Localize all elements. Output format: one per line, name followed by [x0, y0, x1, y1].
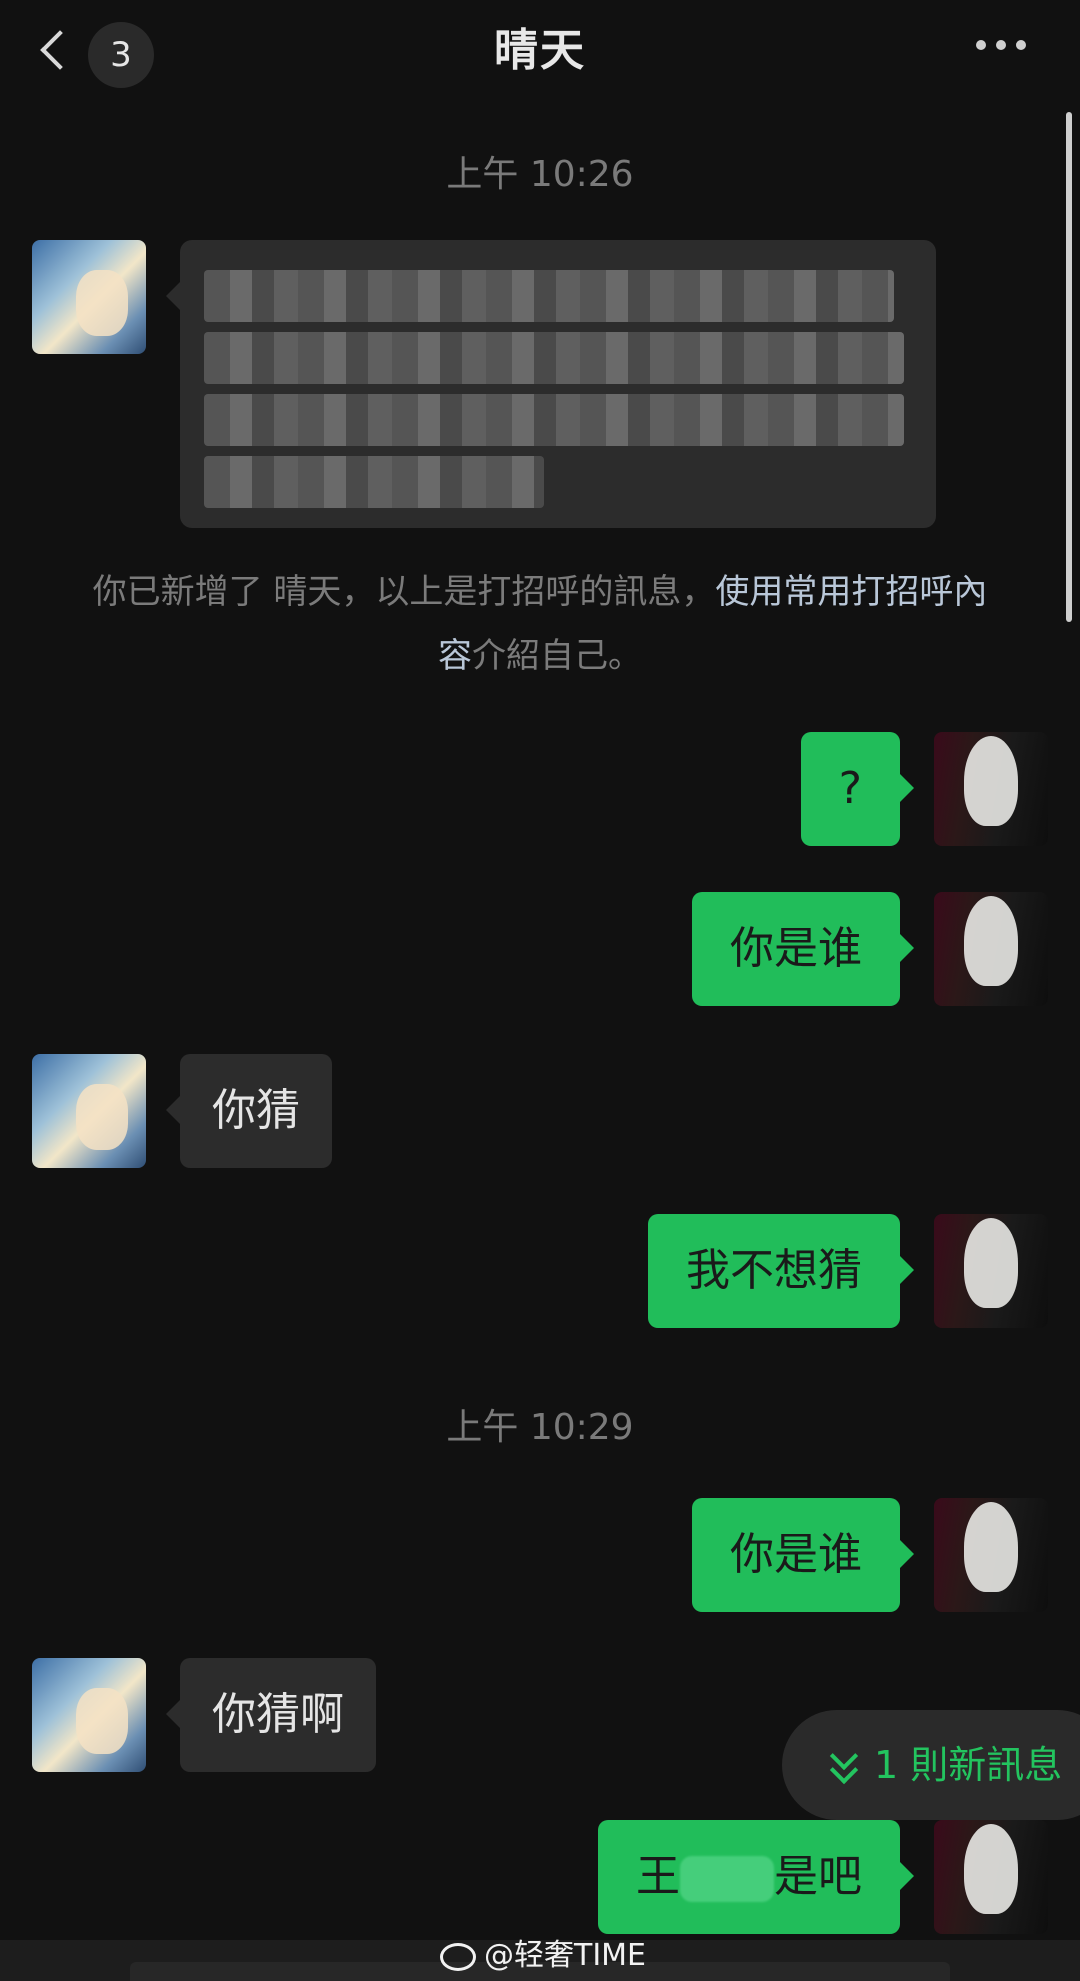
more-options-icon[interactable]: [976, 38, 1030, 52]
system-message-text: 介紹自己。: [472, 636, 642, 676]
contact-avatar[interactable]: [32, 1054, 146, 1168]
my-avatar[interactable]: [934, 1820, 1048, 1934]
double-chevron-down-icon: [828, 1741, 859, 1786]
watermark-text: @轻奢TIME: [484, 1938, 647, 1973]
sent-message[interactable]: 你是谁: [692, 1498, 914, 1612]
sent-message[interactable]: ?: [800, 732, 915, 846]
my-avatar[interactable]: [934, 1214, 1048, 1328]
blurred-message-bubble[interactable]: [166, 240, 936, 528]
my-avatar[interactable]: [934, 732, 1048, 846]
censored-name: [680, 1856, 774, 1902]
message-text: 是吧: [774, 1851, 862, 1902]
my-avatar[interactable]: [934, 892, 1048, 1006]
new-message-pill[interactable]: 1 則新訊息: [782, 1710, 1080, 1820]
watermark: @轻奢TIME: [440, 1936, 646, 1976]
pixelated-text: [204, 456, 544, 508]
my-avatar[interactable]: [934, 1498, 1048, 1612]
message-text: 王: [636, 1851, 680, 1902]
pixelated-text: [204, 332, 904, 384]
received-message[interactable]: 你猜啊: [166, 1658, 376, 1772]
chat-header: 3 晴天: [0, 0, 1080, 96]
sent-message[interactable]: 你是谁: [692, 892, 914, 1006]
pixelated-text: [204, 270, 894, 322]
received-message[interactable]: 你猜: [166, 1054, 332, 1168]
timestamp: 上午 10:26: [446, 154, 634, 195]
sent-message[interactable]: 我不想猜: [648, 1214, 914, 1328]
system-message-text: 你已新增了 晴天，以上是打招呼的訊息，: [92, 572, 716, 612]
pixelated-text: [204, 394, 904, 446]
contact-avatar[interactable]: [32, 1658, 146, 1772]
new-message-label: 1 則新訊息: [874, 1743, 1063, 1787]
timestamp: 上午 10:29: [446, 1407, 634, 1448]
chat-title: 晴天: [494, 25, 586, 76]
contact-avatar[interactable]: [32, 240, 146, 354]
system-message: 你已新增了 晴天，以上是打招呼的訊息，使用常用打招呼內容介紹自己。: [80, 560, 1000, 688]
chat-screen: 3 晴天 上午 10:26 你已新增了 晴天，以上是打招呼的訊息，使用常用打招呼…: [0, 0, 1080, 1981]
sent-message[interactable]: 王 是吧: [598, 1820, 914, 1934]
weibo-logo-icon: [440, 1942, 476, 1971]
